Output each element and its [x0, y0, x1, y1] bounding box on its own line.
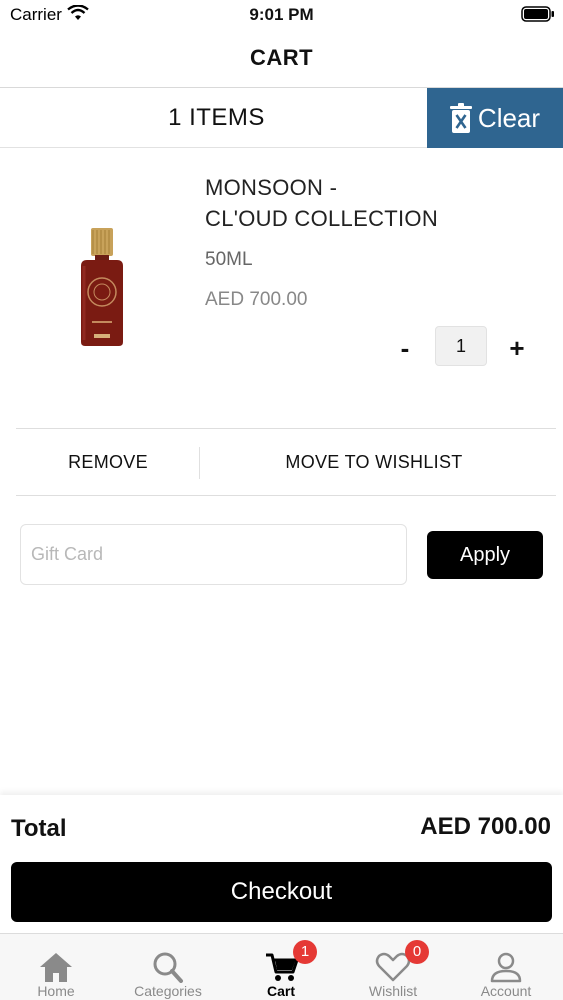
move-to-wishlist-button[interactable]: MOVE TO WISHLIST: [200, 429, 548, 495]
quantity-value[interactable]: 1: [435, 326, 487, 366]
clear-cart-button[interactable]: Clear: [427, 88, 563, 148]
quantity-decrease-button[interactable]: -: [392, 330, 418, 366]
apply-gift-card-button[interactable]: Apply: [427, 531, 543, 579]
nav-bar: CART: [0, 30, 563, 88]
tab-bar: Home Categories 1 Cart 0 Wishlist Accoun…: [0, 933, 563, 1000]
clear-label: Clear: [477, 102, 541, 133]
gift-card-input[interactable]: [20, 524, 407, 585]
items-count: 1 ITEMS: [168, 104, 265, 131]
tab-label: Account: [480, 983, 532, 999]
status-bar: Carrier 9:01 PM: [0, 0, 563, 30]
tab-label: Cart: [266, 983, 295, 999]
tab-categories[interactable]: Categories: [112, 934, 224, 1000]
order-summary: Total AED 700.00 Checkout: [0, 795, 563, 933]
tab-home[interactable]: Home: [0, 934, 112, 1000]
remove-button[interactable]: REMOVE: [16, 429, 200, 495]
tab-label: Categories: [134, 983, 202, 999]
wishlist-badge: 0: [405, 940, 429, 964]
product-size: 50ML: [205, 249, 253, 270]
tab-label: Home: [37, 983, 75, 999]
tab-account[interactable]: Account: [450, 934, 562, 1000]
cart-items-bar: 1 ITEMS Clear: [0, 88, 563, 148]
user-icon: [490, 952, 522, 983]
status-time: 9:01 PM: [249, 5, 314, 24]
page-title: CART: [249, 45, 314, 70]
total-value: AED 700.00: [420, 813, 551, 840]
battery-icon: [521, 6, 554, 22]
checkout-button[interactable]: Checkout: [11, 862, 552, 922]
trash-icon: [449, 103, 472, 133]
product-name[interactable]: MONSOON - CL'OUD COLLECTION: [205, 172, 545, 234]
tab-wishlist[interactable]: 0 Wishlist: [337, 934, 449, 1000]
home-icon: [40, 953, 72, 982]
cart-item: MONSOON - CL'OUD COLLECTION 50ML AED 700…: [0, 148, 563, 428]
product-image[interactable]: [72, 226, 132, 348]
product-price: AED 700.00: [205, 289, 308, 310]
total-label: Total: [11, 815, 67, 842]
quantity-increase-button[interactable]: +: [504, 330, 530, 366]
tab-label: Wishlist: [368, 983, 418, 999]
cart-item-actions: REMOVE MOVE TO WISHLIST: [16, 428, 556, 496]
search-icon: [153, 952, 183, 983]
cart-badge: 1: [293, 940, 317, 964]
tab-cart[interactable]: 1 Cart: [225, 934, 337, 1000]
